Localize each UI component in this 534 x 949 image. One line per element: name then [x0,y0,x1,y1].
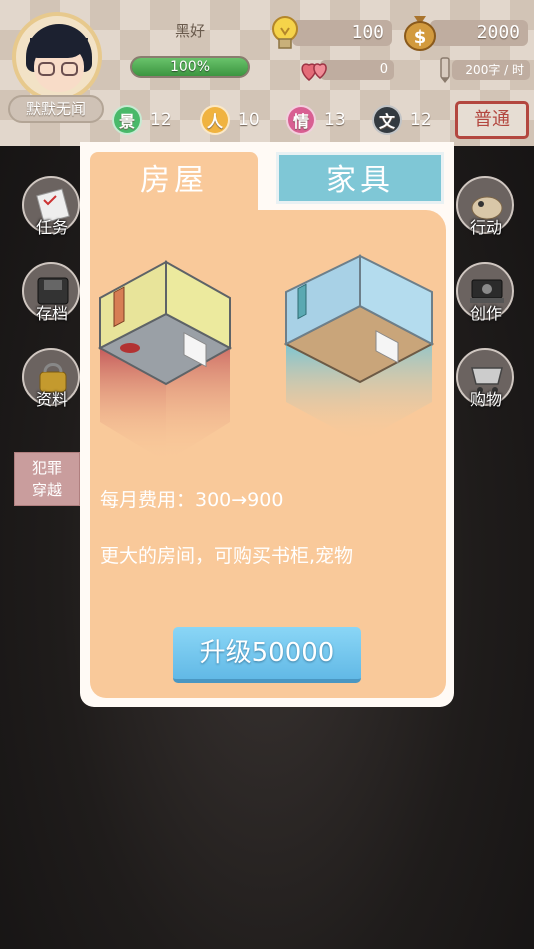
save-button[interactable]: 存档 [22,262,82,332]
health-bar: 100% [130,56,250,78]
crime-label-line2: 穿越 [31,481,62,499]
avatar[interactable] [12,12,102,102]
hearts-icon [300,56,330,89]
scene-badge: 景 [112,105,142,135]
writing-value: 12 [410,110,432,130]
create-label: 创作 [469,304,502,323]
writing-badge: 文 [372,105,402,135]
idea-count: 100 [292,20,392,46]
current-room-image [97,260,233,462]
player-name: 默默无闻 [8,95,104,123]
next-room-image [284,254,435,442]
money-count: 2000 [430,20,528,46]
shop-label: 购物 [469,390,502,409]
tab-furniture[interactable]: 家具 [276,152,444,204]
money-bag-icon: $ [402,10,438,57]
health-percent: 100% [169,59,211,75]
crime-label-line1: 犯罪 [31,459,62,477]
tab-house[interactable]: 房屋 [90,152,258,210]
crime-travel-button[interactable]: 犯罪 穿越 [14,452,80,506]
writing-speed: 200字 / 时 [452,60,530,80]
emotion-badge: 情 [286,105,316,135]
profile-button[interactable]: 资料 [22,348,82,418]
status-label: 黑好 [174,22,205,40]
svg-text:$: $ [414,27,427,48]
character-value: 10 [238,110,260,130]
create-button[interactable]: 创作 [456,262,516,332]
stat-writing: 文 12 [372,104,432,136]
lightbulb-icon [268,14,302,59]
character-badge: 人 [200,105,230,135]
action-button[interactable]: 行动 [456,176,516,246]
pen-icon [438,56,452,89]
emotion-value: 13 [324,110,346,130]
difficulty-mode-button[interactable]: 普通 [455,101,529,139]
love-count: 0 [320,60,394,80]
scene-value: 12 [150,110,172,130]
stat-emotion: 情 13 [286,104,346,136]
upgrade-description: 更大的房间，可购买书柜,宠物 [100,545,354,567]
task-label: 任务 [35,218,68,237]
upgrade-button[interactable]: 升级50000 [173,627,361,683]
stat-character: 人 10 [200,104,260,136]
shop-button[interactable]: 购物 [456,348,516,418]
profile-label: 资料 [35,390,68,409]
action-label: 行动 [469,218,502,237]
stat-scene: 景 12 [112,104,172,136]
task-button[interactable]: 任务 [22,176,82,246]
top-status-bar: 默默无闻 黑好 100% 100 2000 $ 0 200字 / 时 景 12 … [0,0,534,146]
save-label: 存档 [35,304,68,323]
monthly-fee-text: 每月费用：300→900 [100,489,284,511]
